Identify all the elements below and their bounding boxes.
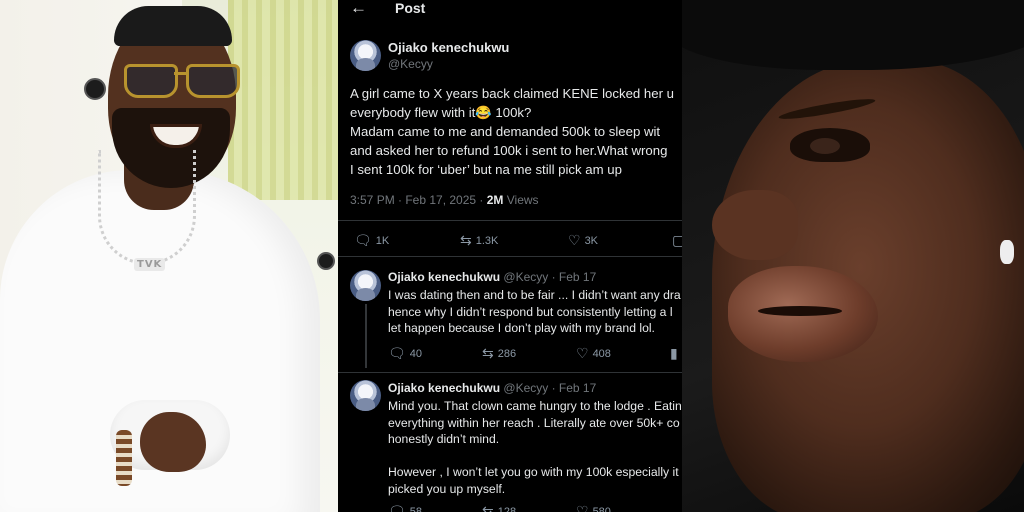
like-button[interactable]: ♡ 408 <box>576 345 611 362</box>
reply-icon: 🗨 <box>388 345 406 361</box>
heart-icon: ♡ <box>568 232 581 248</box>
post-header: ← Post <box>338 0 682 22</box>
repost-button[interactable]: ⇆ 1.3K <box>460 232 498 249</box>
wall-speaker <box>84 78 106 100</box>
views-label: Views <box>503 193 539 207</box>
post-text-line: A girl came to X years back claimed KENE… <box>350 86 674 101</box>
reply-button[interactable]: 🗨 58 <box>388 503 422 512</box>
avatar[interactable] <box>350 40 381 71</box>
views-button[interactable]: ▮ <box>670 345 678 362</box>
reply-count: 40 <box>409 347 423 360</box>
page-title: Post <box>395 0 426 16</box>
chain-pendant: TVK <box>134 258 166 271</box>
reply-count: 58 <box>409 505 423 512</box>
repost-icon: ⇆ <box>460 232 472 248</box>
repost-count: 286 <box>497 347 517 360</box>
bookmark-icon: ▢ <box>672 232 682 248</box>
divider <box>338 372 682 373</box>
bookmark-button[interactable]: ▢ <box>672 232 682 249</box>
silver-chain <box>98 150 196 265</box>
reply-text-line: honestly didn’t mind. <box>388 432 500 446</box>
repost-button[interactable]: ⇆ 286 <box>482 345 516 362</box>
woman-hat <box>682 0 1024 70</box>
reply-text-line: everything within her reach . Literally … <box>388 415 680 430</box>
reply-author-name: Ojiako kenechukwu <box>388 381 501 395</box>
post-meta: 3:57 PM · Feb 17, 2025 · 2M Views <box>350 193 539 207</box>
like-button[interactable]: ♡ 580 <box>576 503 611 512</box>
woman-eye <box>790 128 870 162</box>
like-count: 408 <box>592 347 611 360</box>
reply-author-name: Ojiako kenechukwu <box>388 270 501 284</box>
like-button[interactable]: ♡ 3K <box>568 232 598 249</box>
reply-text-line <box>388 448 682 465</box>
repost-button[interactable]: ⇆ 128 <box>482 503 516 512</box>
repost-count: 128 <box>497 505 517 512</box>
divider <box>338 256 682 257</box>
like-count: 580 <box>592 505 611 512</box>
reply-text-line: Mind you. That clown came hungry to the … <box>388 399 682 413</box>
back-arrow-icon[interactable]: ← <box>350 0 367 18</box>
man-hand <box>140 412 206 472</box>
reply-text-line: picked you up myself. <box>388 481 506 496</box>
earring <box>1000 240 1014 264</box>
post-text-line: and asked her to refund 100k i sent to h… <box>350 143 668 158</box>
man-hair <box>114 6 232 46</box>
reply-text-line: let happen because I don’t play with my … <box>388 321 655 335</box>
post-timestamp[interactable]: 3:57 PM · Feb 17, 2025 · <box>350 193 487 207</box>
views-icon: ▮ <box>670 345 678 361</box>
avatar[interactable] <box>350 380 381 411</box>
reply-button[interactable]: 🗨 40 <box>388 345 422 362</box>
repost-count: 1.3K <box>475 234 499 247</box>
author-name[interactable]: Ojiako kenechukwu <box>388 40 509 55</box>
woman-lips <box>728 266 878 362</box>
repost-icon: ⇆ <box>482 345 494 361</box>
tweet-thread-screenshot: ← Post Ojiako kenechukwu @Kecyy A girl c… <box>338 0 682 512</box>
post-text: A girl came to X years back claimed KENE… <box>350 84 682 179</box>
bracelet <box>116 430 132 486</box>
post-text-line: Madam came to me and demanded 500k to sl… <box>350 124 661 139</box>
reply-text: Mind you. That clown came hungry to the … <box>388 398 682 497</box>
repost-icon: ⇆ <box>482 503 494 512</box>
reply-count: 1K <box>375 234 390 247</box>
heart-icon: ♡ <box>576 503 589 512</box>
avatar[interactable] <box>350 270 381 301</box>
post-text-line: I sent 100k for ‘uber’ but na me still p… <box>350 162 622 177</box>
left-photo-man-in-white: TVK <box>0 0 338 512</box>
reply-button[interactable]: 🗨 1K <box>354 232 389 249</box>
reply-author[interactable]: Ojiako kenechukwu @Kecyy · Feb 17 <box>388 381 596 395</box>
like-count: 3K <box>584 234 599 247</box>
reply-icon: 🗨 <box>388 503 406 512</box>
sunglasses <box>124 64 242 98</box>
reply-meta: @Kecyy · Feb 17 <box>500 270 597 284</box>
reply-icon: 🗨 <box>354 232 372 248</box>
thread-line <box>365 304 367 368</box>
heart-icon: ♡ <box>576 345 589 361</box>
post-text-line: everybody flew with it😂 100k? <box>350 105 532 120</box>
right-photo-woman-closeup <box>682 0 1024 512</box>
reply-author[interactable]: Ojiako kenechukwu @Kecyy · Feb 17 <box>388 270 596 284</box>
reply-text-line: hence why I didn’t respond but consisten… <box>388 304 673 319</box>
wall-speaker <box>317 252 335 270</box>
reply-meta: @Kecyy · Feb 17 <box>500 381 597 395</box>
divider <box>338 220 682 221</box>
views-count: 2M <box>486 193 504 207</box>
background-blinds <box>228 0 338 200</box>
reply-text-line: I was dating then and to be fair ... I d… <box>388 288 681 302</box>
woman-nose <box>712 190 798 260</box>
reply-text-line: However , I won’t let you go with my 100… <box>388 465 679 479</box>
reply-text: I was dating then and to be fair ... I d… <box>388 287 682 337</box>
author-handle[interactable]: @Kecyy <box>388 57 433 71</box>
